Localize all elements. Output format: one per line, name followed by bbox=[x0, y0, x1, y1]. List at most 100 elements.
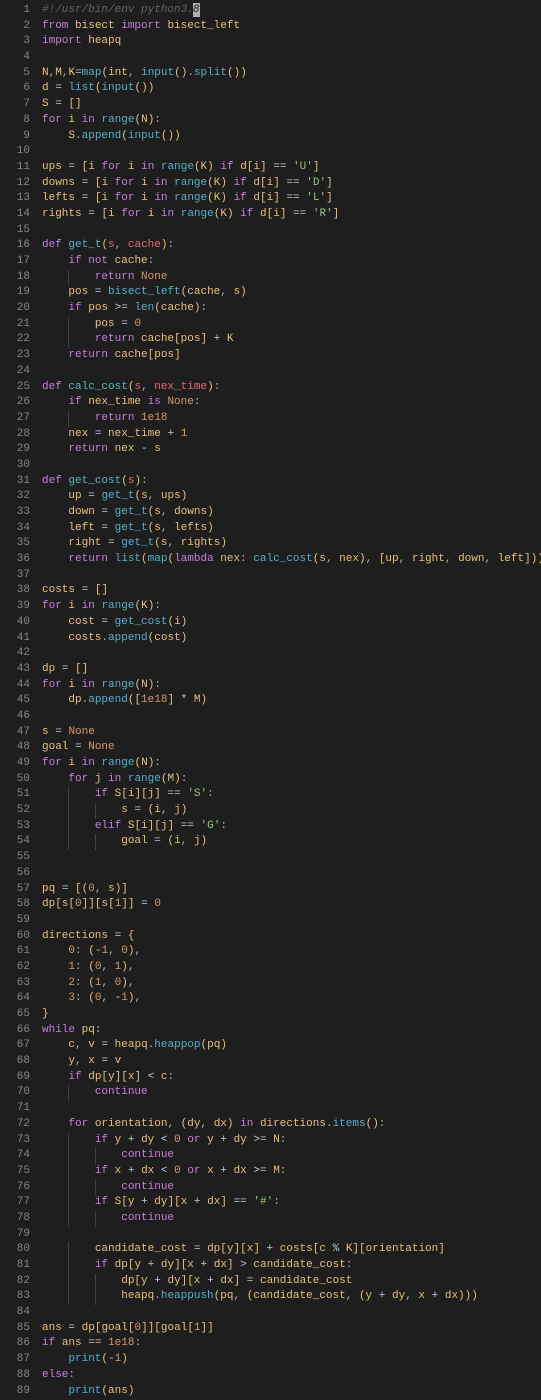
code-line[interactable]: return cache[pos] + K bbox=[42, 332, 541, 348]
code-line[interactable]: if pos >= len(cache): bbox=[42, 301, 541, 317]
code-line[interactable]: for i in range(N): bbox=[42, 678, 541, 694]
code-line[interactable]: for i in range(N): bbox=[42, 756, 541, 772]
code-line[interactable]: else: bbox=[42, 1368, 541, 1384]
code-line[interactable]: if S[y + dy][x + dx] == '#': bbox=[42, 1195, 541, 1211]
code-line[interactable]: 2: (1, 0), bbox=[42, 976, 541, 992]
code-line[interactable]: continue bbox=[42, 1148, 541, 1164]
code-line[interactable] bbox=[42, 144, 541, 160]
code-line[interactable]: pos = 0 bbox=[42, 317, 541, 333]
code-line[interactable]: S = [] bbox=[42, 97, 541, 113]
code-line[interactable]: dp[y + dy][x + dx] = candidate_cost bbox=[42, 1274, 541, 1290]
line-number: 84 bbox=[0, 1305, 30, 1321]
code-line[interactable]: if dp[y + dy][x + dx] > candidate_cost: bbox=[42, 1258, 541, 1274]
code-line[interactable]: s = (i, j) bbox=[42, 803, 541, 819]
code-line[interactable]: d = list(input()) bbox=[42, 81, 541, 97]
code-line[interactable]: 3: (0, -1), bbox=[42, 991, 541, 1007]
code-line[interactable]: for i in range(K): bbox=[42, 599, 541, 615]
code-line[interactable]: left = get_t(s, lefts) bbox=[42, 521, 541, 537]
code-line[interactable]: continue bbox=[42, 1180, 541, 1196]
code-line[interactable]: nex = nex_time + 1 bbox=[42, 427, 541, 443]
code-line[interactable]: ups = [i for i in range(K) if d[i] == 'U… bbox=[42, 160, 541, 176]
code-line[interactable]: for orientation, (dy, dx) in directions.… bbox=[42, 1117, 541, 1133]
code-line[interactable]: def get_t(s, cache): bbox=[42, 238, 541, 254]
code-line[interactable]: goal = None bbox=[42, 740, 541, 756]
code-line[interactable]: 1: (0, 1), bbox=[42, 960, 541, 976]
line-number: 58 bbox=[0, 897, 30, 913]
code-line[interactable] bbox=[42, 709, 541, 725]
code-line[interactable]: dp = [] bbox=[42, 662, 541, 678]
code-line[interactable]: lefts = [i for i in range(K) if d[i] == … bbox=[42, 191, 541, 207]
code-line[interactable]: pq = [(0, s)] bbox=[42, 882, 541, 898]
code-line[interactable] bbox=[42, 568, 541, 584]
code-line[interactable] bbox=[42, 1227, 541, 1243]
code-line[interactable]: rights = [i for i in range(K) if d[i] ==… bbox=[42, 207, 541, 223]
code-line[interactable]: c, v = heapq.heappop(pq) bbox=[42, 1038, 541, 1054]
code-line[interactable]: } bbox=[42, 1007, 541, 1023]
code-line[interactable] bbox=[42, 850, 541, 866]
code-line[interactable]: downs = [i for i in range(K) if d[i] == … bbox=[42, 176, 541, 192]
code-line[interactable] bbox=[42, 223, 541, 239]
code-line[interactable]: return nex - s bbox=[42, 442, 541, 458]
code-line[interactable]: 0: (-1, 0), bbox=[42, 944, 541, 960]
code-line[interactable]: goal = (i, j) bbox=[42, 834, 541, 850]
code-line[interactable] bbox=[42, 913, 541, 929]
code-line[interactable]: cost = get_cost(i) bbox=[42, 615, 541, 631]
code-line[interactable]: return cache[pos] bbox=[42, 348, 541, 364]
code-line[interactable]: S.append(input()) bbox=[42, 129, 541, 145]
code-line[interactable]: if not cache: bbox=[42, 254, 541, 270]
line-number: 13 bbox=[0, 191, 30, 207]
code-line[interactable]: candidate_cost = dp[y][x] + costs[c % K]… bbox=[42, 1242, 541, 1258]
code-line[interactable]: costs.append(cost) bbox=[42, 631, 541, 647]
code-line[interactable]: if ans == 1e18: bbox=[42, 1336, 541, 1352]
line-number: 9 bbox=[0, 129, 30, 145]
code-line[interactable]: for j in range(M): bbox=[42, 772, 541, 788]
code-line[interactable]: costs = [] bbox=[42, 583, 541, 599]
code-line[interactable]: ans = dp[goal[0]][goal[1]] bbox=[42, 1321, 541, 1337]
code-line[interactable]: if S[i][j] == 'S': bbox=[42, 787, 541, 803]
code-line[interactable]: continue bbox=[42, 1085, 541, 1101]
code-line[interactable]: def calc_cost(s, nex_time): bbox=[42, 380, 541, 396]
code-line[interactable]: if x + dx < 0 or x + dx >= M: bbox=[42, 1164, 541, 1180]
code-line[interactable]: from bisect import bisect_left bbox=[42, 19, 541, 35]
code-area[interactable]: #!/usr/bin/env python3.8from bisect impo… bbox=[42, 3, 541, 1399]
code-line[interactable] bbox=[42, 1101, 541, 1117]
code-line[interactable] bbox=[42, 50, 541, 66]
cursor: 8 bbox=[193, 3, 200, 17]
line-number: 30 bbox=[0, 458, 30, 474]
code-line[interactable]: dp[s[0]][s[1]] = 0 bbox=[42, 897, 541, 913]
code-editor[interactable]: 1234567891011121314151617181920212223242… bbox=[0, 0, 541, 1399]
code-line[interactable] bbox=[42, 1305, 541, 1321]
code-line[interactable]: def get_cost(s): bbox=[42, 474, 541, 490]
code-line[interactable]: for i in range(N): bbox=[42, 113, 541, 129]
code-line[interactable]: N,M,K=map(int, input().split()) bbox=[42, 66, 541, 82]
code-line[interactable]: dp.append([1e18] * M) bbox=[42, 693, 541, 709]
code-line[interactable]: while pq: bbox=[42, 1023, 541, 1039]
code-line[interactable] bbox=[42, 646, 541, 662]
code-line[interactable]: if y + dy < 0 or y + dy >= N: bbox=[42, 1133, 541, 1149]
code-line[interactable]: if dp[y][x] < c: bbox=[42, 1070, 541, 1086]
code-line[interactable]: if nex_time is None: bbox=[42, 395, 541, 411]
code-line[interactable]: return list(map(lambda nex: calc_cost(s,… bbox=[42, 552, 541, 568]
code-line[interactable]: print(ans) bbox=[42, 1384, 541, 1400]
code-line[interactable]: pos = bisect_left(cache, s) bbox=[42, 285, 541, 301]
code-line[interactable]: directions = { bbox=[42, 929, 541, 945]
code-line[interactable] bbox=[42, 866, 541, 882]
code-line[interactable]: right = get_t(s, rights) bbox=[42, 536, 541, 552]
code-line[interactable]: elif S[i][j] == 'G': bbox=[42, 819, 541, 835]
code-line[interactable]: continue bbox=[42, 1211, 541, 1227]
code-line[interactable]: #!/usr/bin/env python3.8 bbox=[42, 3, 541, 19]
line-number: 60 bbox=[0, 929, 30, 945]
code-line[interactable]: up = get_t(s, ups) bbox=[42, 489, 541, 505]
code-line[interactable]: return None bbox=[42, 270, 541, 286]
line-number: 40 bbox=[0, 615, 30, 631]
code-line[interactable] bbox=[42, 458, 541, 474]
code-line[interactable]: down = get_t(s, downs) bbox=[42, 505, 541, 521]
code-line[interactable]: y, x = v bbox=[42, 1054, 541, 1070]
code-line[interactable]: s = None bbox=[42, 725, 541, 741]
code-line[interactable]: heapq.heappush(pq, (candidate_cost, (y +… bbox=[42, 1289, 541, 1305]
code-line[interactable] bbox=[42, 364, 541, 380]
code-line[interactable]: import heapq bbox=[42, 34, 541, 50]
code-line[interactable]: return 1e18 bbox=[42, 411, 541, 427]
code-line[interactable]: print(-1) bbox=[42, 1352, 541, 1368]
line-number: 12 bbox=[0, 176, 30, 192]
